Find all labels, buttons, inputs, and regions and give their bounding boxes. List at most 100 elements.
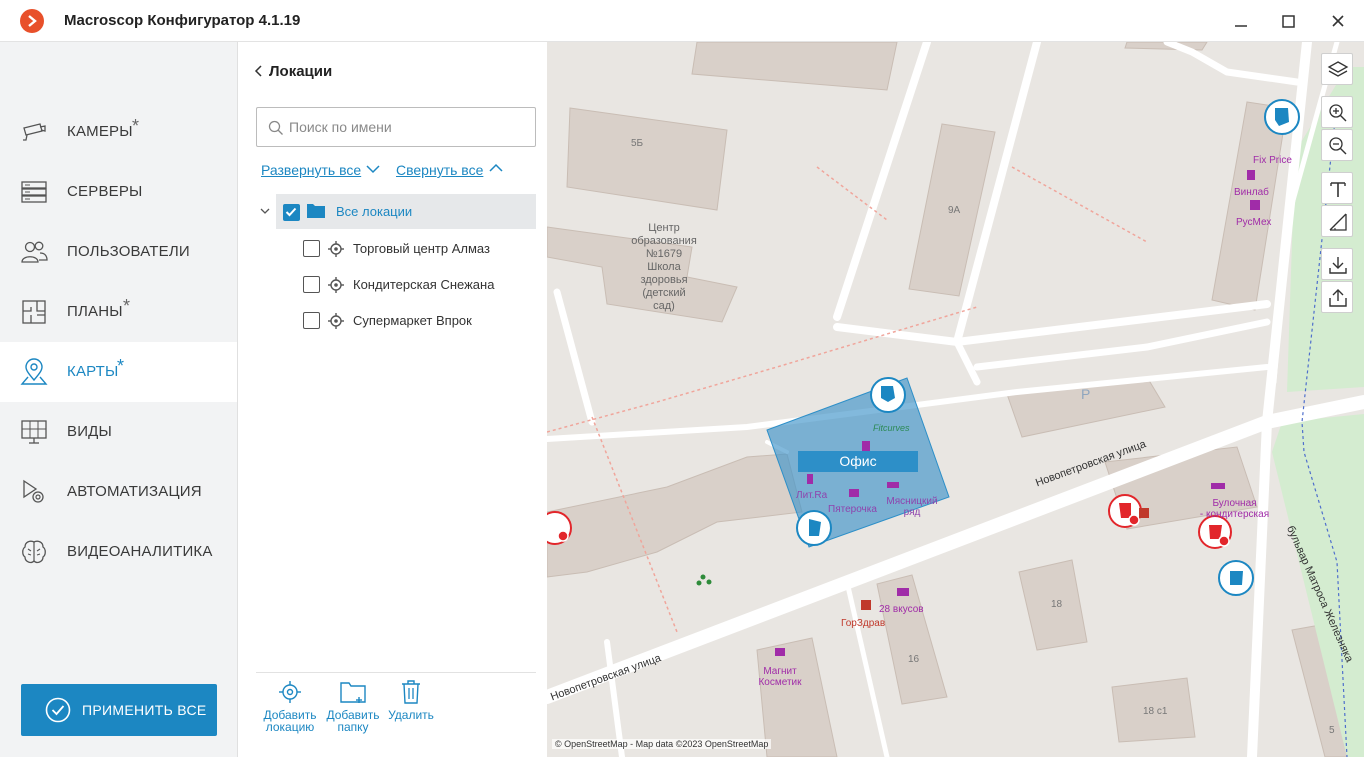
nav-item-servers[interactable]: СЕРВЕРЫ <box>0 162 237 222</box>
delete-button[interactable]: Удалить <box>386 679 436 721</box>
toolbar-divider <box>256 672 536 673</box>
camera-marker-alarm <box>547 511 572 545</box>
add-folder-icon <box>340 682 366 703</box>
office-zone-label[interactable]: Офис <box>798 451 918 472</box>
trash-icon <box>402 680 420 704</box>
server-icon <box>21 181 47 203</box>
map-road <box>1163 42 1301 86</box>
expand-all-link[interactable]: Развернуть все <box>261 162 361 178</box>
map-building <box>566 107 728 211</box>
nav-item-maps[interactable]: КАРТЫ * <box>0 342 237 402</box>
camera-marker-blue <box>870 377 906 413</box>
app-logo-icon <box>20 9 44 33</box>
map-path <box>1011 166 1148 243</box>
location-target-icon <box>328 241 344 257</box>
nav-item-video-analytics[interactable]: ВИДЕОАНАЛИТИКА <box>0 522 237 582</box>
nav-item-views[interactable]: ВИДЫ <box>0 402 237 462</box>
locations-panel: Локации Развернуть все Свернуть все Все … <box>238 42 547 757</box>
search-icon <box>268 120 283 135</box>
nav-item-users[interactable]: ПОЛЬЗОВАТЕЛИ <box>0 222 237 282</box>
zoom-in-button[interactable] <box>1321 96 1353 128</box>
tree-icon <box>696 574 712 586</box>
add-folder-label-line2: папку <box>337 720 369 734</box>
text-tool-button[interactable] <box>1321 172 1353 204</box>
location-checkbox[interactable] <box>303 312 320 329</box>
floorplan-icon <box>22 300 46 324</box>
location-target-icon <box>328 313 344 329</box>
search-field[interactable] <box>256 107 536 147</box>
map-label-building: 18 с1 <box>1143 706 1168 717</box>
nav-label-servers: СЕРВЕРЫ <box>67 183 143 200</box>
import-icon <box>1329 257 1347 274</box>
map-road <box>953 338 981 386</box>
angle-tool-icon <box>1329 213 1347 231</box>
main-navigation: КАМЕРЫ * СЕРВЕРЫ ПОЛЬЗОВАТЕЛИ ПЛАНЫ * КА… <box>0 42 238 757</box>
panel-title: Локации <box>269 63 333 80</box>
map-label-poi: Магнит Косметик <box>758 666 802 688</box>
camera-icon <box>23 123 46 141</box>
nav-label-cameras: КАМЕРЫ <box>67 123 133 140</box>
map-road <box>553 288 596 426</box>
chevron-down-icon[interactable] <box>366 164 380 174</box>
map-label-poi: 28 вкусов <box>879 604 924 615</box>
location-checkbox[interactable] <box>303 276 320 293</box>
root-checkbox[interactable] <box>283 204 300 221</box>
nav-label-users: ПОЛЬЗОВАТЕЛИ <box>67 243 190 260</box>
nav-label-maps: КАРТЫ <box>67 363 119 380</box>
map-road <box>973 318 1271 371</box>
map-label-poi: ГорЗдрав <box>841 618 886 629</box>
location-label[interactable]: Супермаркет Впрок <box>353 313 472 328</box>
location-checkbox[interactable] <box>303 240 320 257</box>
maximize-button[interactable] <box>1276 9 1300 33</box>
angle-tool-button[interactable] <box>1321 205 1353 237</box>
poi-icon <box>897 588 909 596</box>
apply-all-label: ПРИМЕНИТЬ ВСЕ <box>82 702 207 718</box>
map-view[interactable]: 5Б 9А Центр образования №1679 Школа здор… <box>547 42 1364 757</box>
map-label-poi: Лит.Ra <box>796 490 828 501</box>
map-canvas[interactable] <box>547 42 1364 757</box>
zoom-in-icon <box>1329 104 1347 122</box>
pharmacy-icon <box>861 600 871 610</box>
nav-label-video-analytics: ВИДЕОАНАЛИТИКА <box>67 543 213 560</box>
camera-marker-blue <box>796 510 832 546</box>
poi-icon <box>1247 170 1255 180</box>
poi-icon <box>862 441 870 451</box>
add-location-icon <box>279 681 301 703</box>
collapse-all-link[interactable]: Свернуть все <box>396 162 483 178</box>
map-label-poi: РусМех <box>1236 217 1272 228</box>
map-label-poi: Пятерочка <box>828 504 877 515</box>
nav-label-plans: ПЛАНЫ <box>67 303 123 320</box>
app-title: Macroscop Конфигуратор 4.1.19 <box>64 12 301 29</box>
unsaved-star: * <box>117 356 125 376</box>
location-label[interactable]: Торговый центр Алмаз <box>353 241 490 256</box>
poi-icon <box>887 482 899 488</box>
close-button[interactable] <box>1326 9 1350 33</box>
import-button[interactable] <box>1321 248 1353 280</box>
tree-expand-chevron-icon[interactable] <box>260 207 270 215</box>
map-label-building: 9А <box>948 205 961 216</box>
minimize-button[interactable] <box>1229 9 1253 33</box>
add-location-button[interactable]: Добавить локацию <box>262 679 318 733</box>
text-tool-icon <box>1330 182 1346 197</box>
export-button[interactable] <box>1321 281 1353 313</box>
search-input[interactable] <box>289 117 519 137</box>
chevron-up-icon[interactable] <box>489 163 503 173</box>
nav-item-cameras[interactable]: КАМЕРЫ * <box>0 102 237 162</box>
zoom-out-button[interactable] <box>1321 129 1353 161</box>
layers-icon <box>1327 61 1349 77</box>
location-label[interactable]: Кондитерская Снежана <box>353 277 494 292</box>
apply-all-button[interactable]: ПРИМЕНИТЬ ВСЕ <box>21 684 217 736</box>
layers-button[interactable] <box>1321 53 1353 85</box>
map-label-building: 5 <box>1329 725 1335 736</box>
poi-icon <box>1211 483 1225 489</box>
add-location-label-line2: локацию <box>265 720 315 734</box>
map-label-building: 16 <box>908 654 920 665</box>
poi-icon <box>849 489 859 497</box>
add-folder-button[interactable]: Добавить папку <box>325 679 381 733</box>
nav-item-plans[interactable]: ПЛАНЫ * <box>0 282 237 342</box>
nav-item-automation[interactable]: АВТОМАТИЗАЦИЯ <box>0 462 237 522</box>
poi-icon <box>807 474 813 484</box>
poi-icon <box>775 648 785 656</box>
export-icon <box>1329 289 1347 307</box>
back-chevron-icon[interactable] <box>254 64 264 78</box>
